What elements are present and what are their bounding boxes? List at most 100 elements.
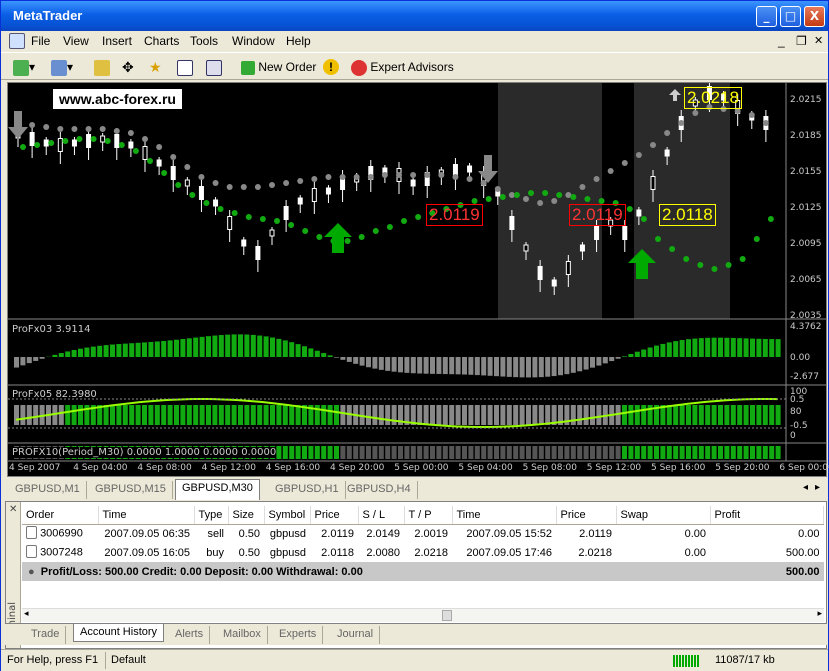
profiles-icon[interactable]: ▾ bbox=[51, 56, 73, 78]
menu-help[interactable]: Help bbox=[286, 34, 311, 48]
down-arrow-icon bbox=[478, 155, 498, 183]
candle bbox=[142, 146, 148, 160]
title-bar[interactable]: MetaTrader _ □ X bbox=[1, 1, 828, 31]
horizontal-scrollbar[interactable]: ◂ ▸ bbox=[22, 608, 824, 622]
histogram-bar bbox=[487, 446, 493, 459]
ind2-axis-0: 0 bbox=[790, 431, 796, 441]
favorites-icon[interactable]: ★ bbox=[149, 56, 162, 78]
tab-scroll-right-icon[interactable]: ▸ bbox=[815, 482, 820, 493]
navigator-icon[interactable]: ✥ bbox=[122, 56, 134, 78]
time-tick: 6 Sep 00:00 bbox=[779, 463, 829, 473]
menu-window[interactable]: Window bbox=[232, 34, 275, 48]
col-swap[interactable]: Swap bbox=[616, 506, 711, 525]
metaeditor-icon[interactable]: ! bbox=[323, 56, 339, 78]
tab-account-history[interactable]: Account History bbox=[73, 624, 165, 642]
col-profit[interactable]: Profit bbox=[710, 506, 824, 525]
strategy-tester-icon[interactable] bbox=[206, 56, 222, 78]
histogram-bar bbox=[698, 338, 704, 357]
maximize-button[interactable]: □ bbox=[780, 6, 801, 27]
histogram-bar bbox=[513, 446, 519, 459]
tab-gbpusd-h1[interactable]: GBPUSD,H1 bbox=[269, 481, 346, 499]
status-profile: Default bbox=[111, 654, 146, 666]
histogram-bar bbox=[340, 405, 346, 425]
close-button[interactable]: X bbox=[804, 6, 825, 27]
expert-advisors-button[interactable]: Expert Advisors bbox=[351, 56, 454, 78]
col-close-price[interactable]: Price bbox=[556, 506, 617, 525]
histogram-bar bbox=[52, 354, 58, 357]
col-type[interactable]: Type bbox=[194, 506, 229, 525]
histogram-bar bbox=[225, 405, 231, 425]
histogram-bar bbox=[756, 405, 762, 425]
col-symbol[interactable]: Symbol bbox=[264, 506, 311, 525]
mdi-close-icon[interactable]: ✕ bbox=[814, 34, 823, 47]
tab-gbpusd-h4[interactable]: GBPUSD,H4 bbox=[341, 481, 418, 499]
tab-gbpusd-m30[interactable]: GBPUSD,M30 bbox=[175, 479, 260, 500]
new-chart-icon[interactable]: ▾ bbox=[13, 56, 35, 78]
trend-dot bbox=[104, 138, 111, 144]
histogram-bar bbox=[161, 340, 167, 357]
histogram-bar bbox=[730, 446, 736, 459]
histogram-bar bbox=[743, 405, 749, 425]
menu-view[interactable]: View bbox=[63, 34, 89, 48]
histogram-bar bbox=[346, 446, 352, 459]
histogram-bar bbox=[666, 342, 672, 357]
col-time[interactable]: Time bbox=[98, 506, 195, 525]
scroll-right-icon[interactable]: ▸ bbox=[817, 609, 822, 619]
minimize-button[interactable]: _ bbox=[756, 6, 777, 27]
trend-dot bbox=[386, 224, 393, 230]
tab-scroll-left-icon[interactable]: ◂ bbox=[803, 482, 808, 493]
trend-dot bbox=[669, 246, 676, 252]
market-watch-icon[interactable] bbox=[94, 56, 110, 78]
histogram-bar bbox=[295, 405, 301, 425]
table-row[interactable]: 3006990 2007.09.05 06:35 sell 0.50 gbpus… bbox=[22, 524, 824, 543]
mdi-minimize-icon[interactable]: _ bbox=[778, 34, 785, 48]
candle bbox=[241, 239, 247, 247]
histogram-bar bbox=[551, 446, 557, 459]
trend-dot bbox=[753, 236, 760, 242]
histogram-bar bbox=[628, 354, 634, 357]
terminal-icon[interactable] bbox=[177, 56, 193, 78]
table-row[interactable]: 3007248 2007.09.05 16:05 buy 0.50 gbpusd… bbox=[22, 543, 824, 562]
price-tick: 2.0065 bbox=[790, 275, 822, 285]
cell-order: 3006990 bbox=[40, 527, 83, 540]
scroll-thumb[interactable] bbox=[442, 610, 452, 621]
col-order[interactable]: Order bbox=[22, 506, 99, 525]
col-sl[interactable]: S / L bbox=[358, 506, 405, 525]
histogram-bar bbox=[449, 446, 455, 459]
candle bbox=[410, 179, 416, 187]
histogram-bar bbox=[276, 446, 282, 459]
histogram-bar bbox=[762, 338, 768, 357]
histogram-bar bbox=[423, 446, 429, 459]
histogram-bar bbox=[730, 337, 736, 357]
menu-charts[interactable]: Charts bbox=[144, 34, 179, 48]
col-price[interactable]: Price bbox=[310, 506, 359, 525]
tab-gbpusd-m1[interactable]: GBPUSD,M1 bbox=[9, 481, 87, 499]
histogram-bar bbox=[417, 446, 423, 459]
col-size[interactable]: Size bbox=[228, 506, 265, 525]
menu-insert[interactable]: Insert bbox=[102, 34, 132, 48]
scroll-left-icon[interactable]: ◂ bbox=[24, 609, 29, 619]
histogram-bar bbox=[103, 405, 109, 425]
tab-alerts[interactable]: Alerts bbox=[169, 626, 211, 644]
histogram-bar bbox=[174, 339, 179, 357]
app-icon[interactable] bbox=[9, 33, 25, 49]
trend-dot bbox=[142, 136, 148, 142]
histogram-bar bbox=[570, 357, 576, 373]
menu-tools[interactable]: Tools bbox=[190, 34, 218, 48]
col-close-time[interactable]: Time bbox=[452, 506, 557, 525]
tab-gbpusd-m15[interactable]: GBPUSD,M15 bbox=[89, 481, 173, 499]
tab-mailbox[interactable]: Mailbox bbox=[217, 626, 268, 644]
histogram-bar bbox=[602, 357, 608, 364]
menu-file[interactable]: File bbox=[31, 34, 50, 48]
col-tp[interactable]: T / P bbox=[404, 506, 453, 525]
price-chart[interactable]: www.abc-forex.ru 2.0119 2.0119 2.0118 2.… bbox=[7, 82, 829, 477]
new-order-button[interactable]: New Order bbox=[241, 56, 316, 78]
tab-experts[interactable]: Experts bbox=[273, 626, 324, 644]
tab-journal[interactable]: Journal bbox=[331, 626, 381, 644]
histogram-bar bbox=[372, 405, 378, 425]
histogram-bar bbox=[577, 357, 583, 372]
candle bbox=[551, 279, 557, 287]
histogram-bar bbox=[686, 339, 691, 357]
mdi-restore-icon[interactable]: ❐ bbox=[796, 34, 807, 48]
tab-trade[interactable]: Trade bbox=[25, 626, 67, 644]
